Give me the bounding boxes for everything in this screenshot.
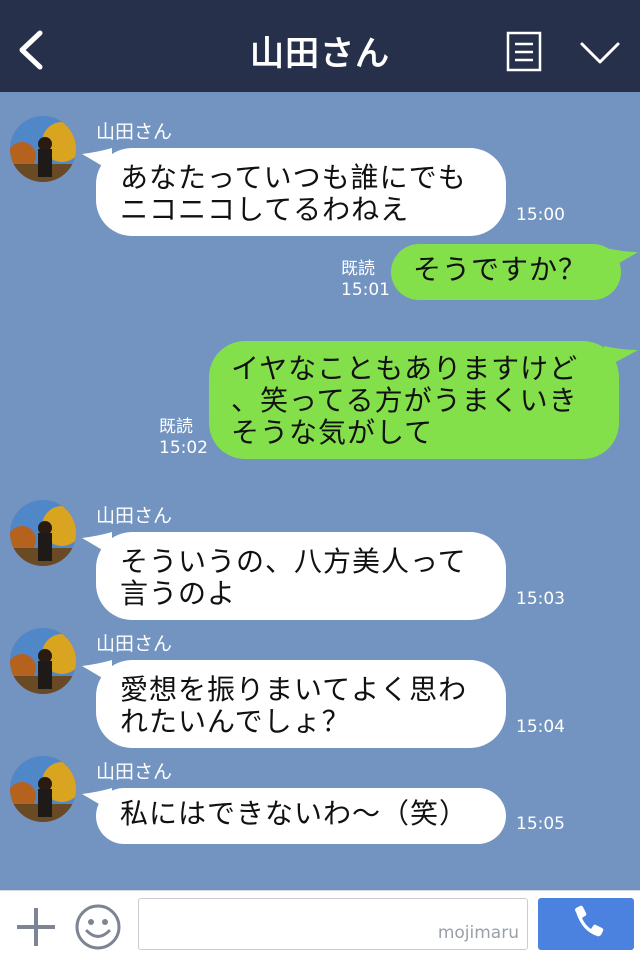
message-bubble: 愛想を振りまいてよく思わ れたいんでしょ？: [96, 660, 506, 748]
input-bar: mojimaru: [0, 890, 640, 961]
message-input[interactable]: mojimaru: [138, 898, 528, 950]
message-bubble: そうですか？: [391, 244, 621, 300]
smiley-icon[interactable]: [74, 903, 122, 951]
bubble-tail: [606, 248, 638, 270]
watermark-text: mojimaru: [437, 923, 519, 943]
avatar[interactable]: [10, 756, 76, 822]
message-time: 15:04: [516, 717, 565, 737]
avatar[interactable]: [10, 116, 76, 182]
sender-name: 山田さん: [96, 505, 173, 527]
message-time: 15:00: [516, 205, 565, 225]
sender-name: 山田さん: [96, 761, 173, 783]
message-bubble: そういうの、八方美人って 言うのよ: [96, 532, 506, 620]
avatar[interactable]: [10, 500, 76, 566]
chat-header: 山田さん: [0, 0, 640, 92]
read-receipt: 既読 15:02: [159, 417, 208, 458]
message-bubble: イヤなこともありますけど 、笑ってる方がうまくいき そうな気がして: [209, 341, 619, 459]
sender-name: 山田さん: [96, 121, 173, 143]
chevron-down-icon[interactable]: [579, 39, 621, 67]
call-button[interactable]: [538, 898, 634, 950]
plus-icon[interactable]: [14, 905, 58, 949]
message-time: 15:05: [516, 814, 565, 834]
avatar[interactable]: [10, 628, 76, 694]
bubble-tail: [604, 346, 638, 368]
document-icon[interactable]: [506, 31, 542, 72]
message-bubble: あなたっていつも誰にでも ニコニコしてるわねえ: [96, 148, 506, 236]
chat-title: 山田さん: [250, 34, 390, 74]
message-time: 15:03: [516, 589, 565, 609]
sender-name: 山田さん: [96, 633, 173, 655]
read-receipt: 既読 15:01: [341, 259, 390, 300]
phone-icon: [575, 905, 604, 937]
message-bubble: 私にはできないわ〜（笑）: [96, 788, 506, 844]
